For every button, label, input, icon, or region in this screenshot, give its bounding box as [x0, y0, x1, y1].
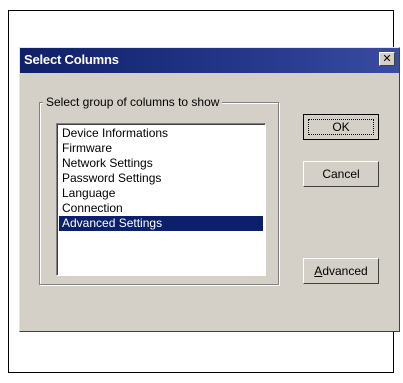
list-item[interactable]: Language: [59, 186, 263, 201]
select-columns-dialog: Select Columns ✕ Select group of columns…: [19, 47, 400, 332]
ok-button-label: OK: [332, 120, 350, 134]
ok-button[interactable]: OK: [303, 114, 379, 140]
close-icon: ✕: [382, 52, 392, 65]
group-label: Select group of columns to show: [43, 95, 223, 109]
list-item[interactable]: Connection: [59, 201, 263, 216]
cancel-button[interactable]: Cancel: [303, 161, 379, 187]
list-item[interactable]: Password Settings: [59, 171, 263, 186]
column-group-list[interactable]: Device Informations Firmware Network Set…: [56, 123, 266, 276]
list-item[interactable]: Firmware: [59, 141, 263, 156]
advanced-button[interactable]: Advanced: [303, 258, 379, 284]
dialog-title: Select Columns: [24, 52, 119, 67]
close-button[interactable]: ✕: [379, 52, 395, 66]
advanced-button-label: dvanced: [322, 264, 368, 278]
list-item[interactable]: Network Settings: [59, 156, 263, 171]
list-item[interactable]: Device Informations: [59, 126, 263, 141]
cancel-button-label: Cancel: [322, 167, 360, 181]
list-item-selected[interactable]: Advanced Settings: [59, 216, 263, 231]
title-bar[interactable]: Select Columns ✕: [20, 48, 399, 73]
